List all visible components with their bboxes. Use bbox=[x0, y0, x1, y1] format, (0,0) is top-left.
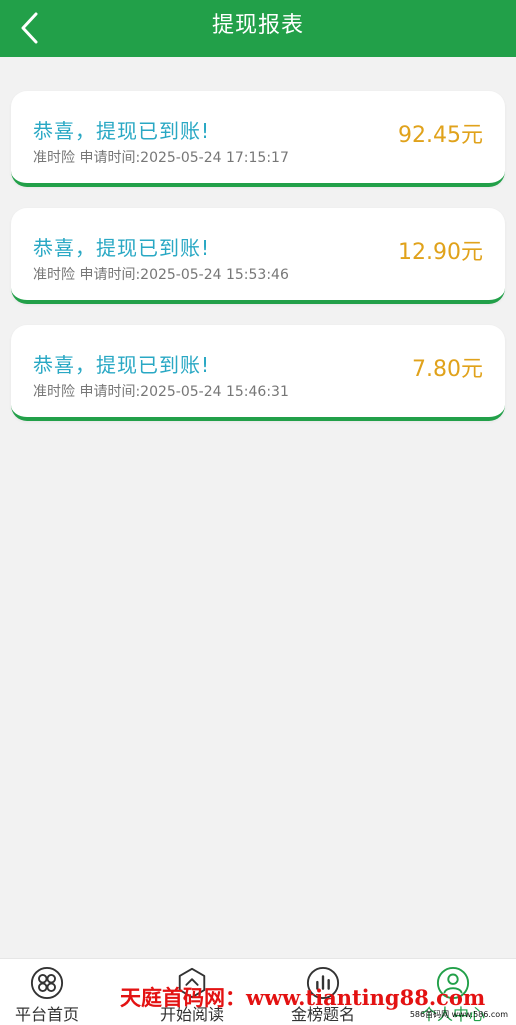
record-detail: 准时险 申请时间:2025-05-24 17:15:17 bbox=[33, 150, 289, 166]
record-amount: 7.80元 bbox=[412, 357, 483, 382]
watermark-text: 天庭首码网：www.tianting88.com bbox=[120, 985, 486, 1010]
withdrawal-record-card[interactable]: 恭喜，提现已到账! 准时险 申请时间:2025-05-24 15:53:46 1… bbox=[11, 208, 505, 304]
page-title: 提现报表 bbox=[211, 13, 304, 38]
record-title: 恭喜，提现已到账! bbox=[33, 119, 211, 143]
tab-label: 平台首页 bbox=[14, 1005, 79, 1024]
record-detail: 准时险 申请时间:2025-05-24 15:46:31 bbox=[33, 384, 289, 400]
record-amount: 92.45元 bbox=[398, 123, 483, 148]
record-title: 恭喜，提现已到账! bbox=[33, 353, 211, 377]
record-title: 恭喜，提现已到账! bbox=[33, 236, 211, 260]
app-header: 提现报表 bbox=[0, 0, 516, 57]
withdrawal-record-list: 恭喜，提现已到账! 准时险 申请时间:2025-05-24 17:15:17 9… bbox=[11, 91, 505, 442]
record-detail: 准时险 申请时间:2025-05-24 15:53:46 bbox=[33, 267, 289, 283]
watermark-small-text: 586首码网 www.586.com bbox=[409, 1010, 508, 1019]
grid-flower-icon bbox=[30, 966, 64, 1000]
record-amount: 12.90元 bbox=[398, 240, 483, 265]
tab-home[interactable]: 平台首页 bbox=[0, 959, 102, 1025]
withdrawal-record-card[interactable]: 恭喜，提现已到账! 准时险 申请时间:2025-05-24 17:15:17 9… bbox=[11, 91, 505, 187]
withdrawal-record-card[interactable]: 恭喜，提现已到账! 准时险 申请时间:2025-05-24 15:46:31 7… bbox=[11, 325, 505, 421]
